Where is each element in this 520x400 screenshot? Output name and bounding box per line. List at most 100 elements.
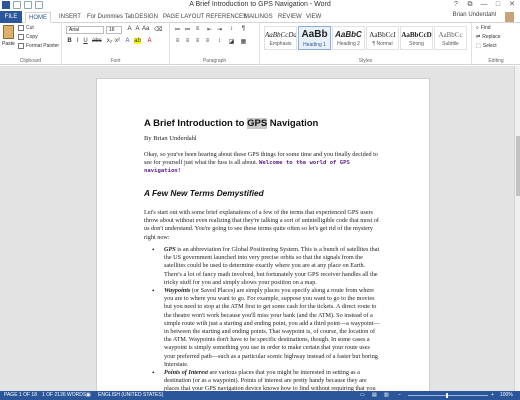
style-sample: AaBb: [301, 29, 328, 40]
style-sample: AaBbCcI: [369, 31, 396, 39]
scrollbar-thumb[interactable]: [516, 136, 520, 196]
vertical-scrollbar[interactable]: [514, 66, 520, 391]
zoom-in-icon[interactable]: +: [491, 391, 494, 400]
tab-page-layout[interactable]: PAGE LAYOUT: [160, 12, 207, 23]
underline-button[interactable]: U: [82, 38, 89, 44]
font-size-select[interactable]: 16: [106, 26, 122, 34]
styles-group: AaBbCcDd Emphasis AaBb Heading 1 AaBbC Head…: [260, 23, 472, 65]
print-layout-icon[interactable]: ▤: [372, 391, 377, 400]
title-bar: A Brief Introduction to GPS Navigation -…: [0, 0, 520, 11]
user-name[interactable]: Brian Underdahl: [453, 12, 496, 18]
font-group: Arial 16 A A Aa ⌫ B I U abc x₂ x² A ab A…: [62, 23, 170, 65]
scissors-icon: [18, 25, 24, 31]
change-case-button[interactable]: Aa: [142, 26, 149, 32]
window-title: A Brief Introduction to GPS Navigation -…: [189, 1, 331, 8]
list-item[interactable]: Waypoints (or Saved Places) are simply p…: [149, 287, 381, 369]
cut-button[interactable]: Cut: [18, 25, 34, 31]
style-name: ¶ Normal: [372, 41, 393, 47]
read-mode-icon[interactable]: ▭: [360, 391, 365, 400]
style-strong[interactable]: AaBbCcD Strong: [400, 26, 433, 50]
close-icon[interactable]: ✕: [506, 0, 518, 10]
clear-formatting-icon[interactable]: ⌫: [154, 26, 162, 33]
term-label: Points of Interest: [164, 369, 209, 377]
minimize-icon[interactable]: —: [478, 0, 490, 10]
paste-button[interactable]: Paste: [2, 41, 15, 47]
page-count[interactable]: PAGE 1 OF 18: [4, 391, 37, 400]
document-page[interactable]: A Brief Introduction to GPS Navigation B…: [96, 78, 430, 398]
bullets-icon[interactable]: ≔: [174, 26, 181, 33]
window-controls: ? ⧉ — □ ✕: [450, 0, 518, 10]
italic-button[interactable]: I: [74, 38, 81, 44]
show-formatting-icon[interactable]: ¶: [240, 26, 247, 32]
zoom-slider-thumb[interactable]: [446, 393, 448, 398]
editing-label: Editing: [488, 58, 504, 64]
style-subtitle[interactable]: AaBbCc Subtitle: [434, 26, 467, 50]
zoom-level[interactable]: 100%: [500, 391, 513, 400]
title-text: A Brief Introduction to: [144, 118, 248, 129]
zoom-out-icon[interactable]: −: [398, 391, 401, 400]
borders-icon[interactable]: ▦: [240, 38, 247, 45]
tab-mailings[interactable]: MAILINGS: [241, 12, 276, 23]
maximize-icon[interactable]: □: [492, 0, 504, 10]
tab-design[interactable]: DESIGN: [132, 12, 161, 23]
document-author[interactable]: By Brian Underdahl: [144, 135, 197, 143]
tab-view[interactable]: VIEW: [303, 12, 324, 23]
decrease-indent-icon[interactable]: ⇤: [206, 26, 213, 33]
avatar[interactable]: [505, 12, 514, 22]
justify-icon[interactable]: ≡: [204, 38, 211, 44]
find-button[interactable]: ⌕ Find: [476, 25, 491, 31]
status-bar: PAGE 1 OF 18 1 OF 2126 WORDS ▣ ENGLISH (…: [0, 391, 520, 400]
subscript-button[interactable]: x₂: [106, 38, 113, 44]
copy-button[interactable]: Copy: [18, 34, 38, 40]
select-button[interactable]: ⬚ Select: [476, 43, 497, 49]
tab-home[interactable]: HOME: [25, 12, 51, 23]
tab-for-dummies[interactable]: For Dummies Tab: [84, 12, 137, 23]
font-color-button[interactable]: A: [146, 38, 153, 44]
tab-insert[interactable]: INSERT: [56, 12, 84, 23]
bold-button[interactable]: B: [66, 38, 73, 44]
help-icon[interactable]: ?: [450, 0, 462, 10]
style-name: Emphasis: [269, 41, 292, 47]
tab-review[interactable]: REVIEW: [275, 12, 305, 23]
list-item[interactable]: GPS is an abbreviation for Global Positi…: [149, 246, 381, 287]
multilevel-list-icon[interactable]: ≡: [194, 26, 201, 32]
style-normal[interactable]: AaBbCcI ¶ Normal: [366, 26, 399, 50]
tab-file[interactable]: FILE: [0, 11, 22, 23]
numbering-icon[interactable]: ≔: [184, 26, 191, 33]
shrink-font-button[interactable]: A: [134, 26, 141, 32]
replace-button[interactable]: ⇄ Replace: [476, 34, 501, 40]
format-painter-button[interactable]: Format Painter: [18, 43, 59, 49]
word-count[interactable]: 1 OF 2126 WORDS: [42, 391, 86, 400]
proofing-icon[interactable]: ▣: [86, 391, 91, 400]
find-label: Find: [480, 25, 491, 31]
style-heading-1[interactable]: AaBb Heading 1: [298, 26, 331, 50]
term-label: GPS: [164, 246, 176, 253]
intro-paragraph[interactable]: Okay, so you've been hearing about these…: [144, 151, 379, 176]
select-label: Select: [482, 43, 497, 49]
language-indicator[interactable]: ENGLISH (UNITED STATES): [98, 391, 163, 400]
web-layout-icon[interactable]: ▥: [384, 391, 389, 400]
document-title[interactable]: A Brief Introduction to GPS Navigation: [144, 118, 318, 129]
style-heading-2[interactable]: AaBbC Heading 2: [332, 26, 365, 50]
copy-label: Copy: [26, 34, 38, 40]
zoom-slider[interactable]: [408, 395, 488, 396]
align-center-icon[interactable]: ≡: [184, 38, 191, 44]
sort-icon[interactable]: ↕: [228, 26, 235, 32]
grow-font-button[interactable]: A: [126, 26, 133, 32]
align-right-icon[interactable]: ≡: [194, 38, 201, 44]
align-left-icon[interactable]: ≡: [174, 38, 181, 44]
line-spacing-icon[interactable]: ↕: [216, 38, 223, 44]
style-name: Subtitle: [442, 41, 459, 47]
terms-paragraph[interactable]: Let's start out with some brief explanat…: [144, 209, 379, 242]
ribbon-display-icon[interactable]: ⧉: [464, 0, 476, 10]
superscript-button[interactable]: x²: [114, 38, 121, 44]
style-emphasis[interactable]: AaBbCcDd Emphasis: [264, 26, 297, 50]
shading-icon[interactable]: ◪: [228, 38, 235, 45]
increase-indent-icon[interactable]: ⇥: [216, 26, 223, 33]
font-name-select[interactable]: Arial: [66, 26, 104, 34]
paste-icon[interactable]: [3, 25, 14, 39]
section-heading[interactable]: A Few New Terms Demystified: [144, 189, 264, 198]
text-effects-button[interactable]: A: [124, 38, 131, 44]
highlight-button[interactable]: ab: [134, 38, 141, 44]
strikethrough-button[interactable]: abc: [92, 38, 102, 44]
